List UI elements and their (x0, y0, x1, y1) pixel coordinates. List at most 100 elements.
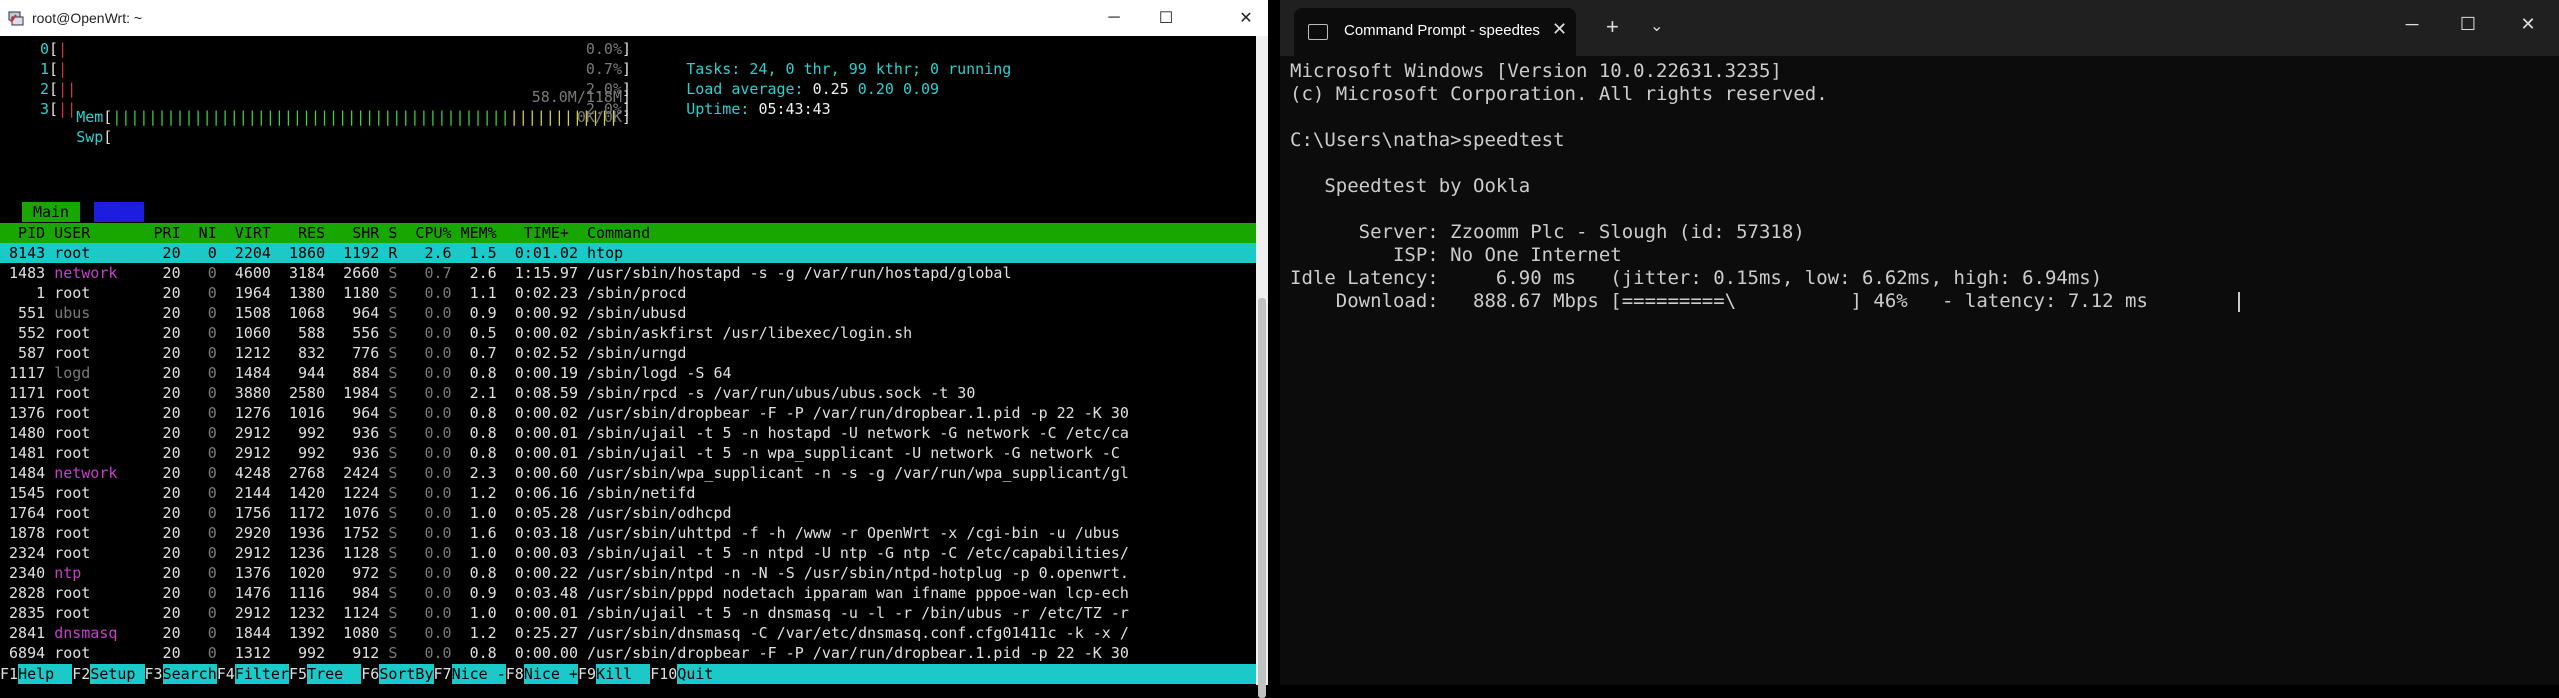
cell-virt: 1756 (225, 504, 280, 522)
cell-s: S (388, 424, 407, 442)
tab-main[interactable]: Main (22, 202, 80, 222)
cell-ni: 0 (189, 624, 226, 642)
cell-s: S (388, 384, 407, 402)
cell-time: 1:15.97 (505, 264, 588, 282)
process-row[interactable]: 1483 network 20 0 4600 3184 2660 S 0.7 2… (0, 263, 1256, 283)
process-table-header[interactable]: PID USER PRI NI VIRT RES SHR S CPU% MEM%… (0, 223, 1256, 243)
new-tab-button[interactable]: + (1606, 14, 1619, 40)
process-row[interactable]: 551 ubus 20 0 1508 1068 964 S 0.0 0.9 0:… (0, 303, 1256, 323)
cell-time: 0:08.59 (505, 384, 588, 402)
cell-res: 1860 (279, 244, 335, 262)
cell-s: S (388, 484, 407, 502)
cell-mem: 1.5 (460, 244, 506, 262)
process-row[interactable]: 1 root 20 0 1964 1380 1180 S 0.0 1.1 0:0… (0, 283, 1256, 303)
cell-cmd: /usr/sbin/wpa_supplicant -n -s -g /var/r… (587, 464, 1129, 482)
fkey-f6[interactable]: F6 SortBy (361, 664, 434, 684)
left-window-title: root@OpenWrt: ~ (32, 10, 143, 26)
cell-user: root (54, 524, 145, 542)
process-row[interactable]: 2841 dnsmasq 20 0 1844 1392 1080 S 0.0 1… (0, 623, 1256, 643)
process-row[interactable]: 2324 root 20 0 2912 1236 1128 S 0.0 1.0 … (0, 543, 1256, 563)
cell-virt: 1844 (225, 624, 280, 642)
cell-s: S (388, 304, 407, 322)
cell-time: 0:03.18 (505, 524, 588, 542)
fkey-f10[interactable]: F10 Quit (650, 664, 731, 684)
cell-shr: 2660 (334, 264, 389, 282)
cell-virt: 2912 (225, 444, 280, 462)
right-close-button[interactable]: ✕ (2508, 14, 2548, 35)
close-button[interactable]: ✕ (1224, 0, 1268, 36)
cell-cmd: /sbin/ujail -t 5 -n dnsmasq -u -l -r /bi… (587, 604, 1129, 622)
right-minimize-button[interactable]: ─ (2392, 14, 2432, 35)
cell-virt: 2912 (225, 544, 280, 562)
cell-pri: 20 (144, 484, 190, 502)
cell-shr: 1180 (334, 284, 389, 302)
process-row[interactable]: 1878 root 20 0 2920 1936 1752 S 0.0 1.6 … (0, 523, 1256, 543)
scrollbar-thumb[interactable] (1258, 298, 1266, 698)
fkey-f8[interactable]: F8 Nice + (505, 664, 578, 684)
minimize-button[interactable]: ─ (1088, 0, 1140, 36)
cell-time: 0:05.28 (505, 504, 588, 522)
process-row[interactable]: 1545 root 20 0 2144 1420 1224 S 0.0 1.2 … (0, 483, 1256, 503)
cell-pid: 1483 (0, 264, 55, 282)
cell-mem: 1.1 (460, 284, 506, 302)
putty-icon (8, 11, 24, 26)
windows-terminal: Command Prompt - speedtes ✕ + ⌄ ─ ☐ ✕ Mi… (1280, 0, 2559, 685)
tab-command-prompt[interactable]: Command Prompt - speedtes ✕ (1294, 8, 1576, 56)
fkey-f3[interactable]: F3 Search (144, 664, 217, 684)
process-row[interactable]: 1480 root 20 0 2912 992 936 S 0.0 0.8 0:… (0, 423, 1256, 443)
cmd-output[interactable]: Microsoft Windows [Version 10.0.22631.32… (1290, 60, 2148, 313)
process-row[interactable]: 1171 root 20 0 3880 2580 1984 S 0.0 2.1 … (0, 383, 1256, 403)
fkey-f1[interactable]: F1 Help (0, 664, 72, 684)
cell-time: 0:00.01 (505, 604, 588, 622)
process-row[interactable]: 1117 logd 20 0 1484 944 884 S 0.0 0.8 0:… (0, 363, 1256, 383)
cmd-line (1290, 152, 2148, 175)
cell-ni: 0 (189, 424, 226, 442)
cell-mem: 0.8 (460, 404, 506, 422)
htop-terminal[interactable]: 0[| 0.0%] 1[| 0.7%] 2[|| 2.0%] 3[|| 2.0%] Mem[|… (0, 36, 1256, 685)
cell-time: 0:00.19 (505, 364, 588, 382)
process-row[interactable]: 8143 root 20 0 2204 1860 1192 R 2.6 1.5 … (0, 243, 1256, 263)
process-row[interactable]: 2340 ntp 20 0 1376 1020 972 S 0.0 0.8 0:… (0, 563, 1256, 583)
close-tab-icon[interactable]: ✕ (1552, 19, 1567, 40)
process-row[interactable]: 1764 root 20 0 1756 1172 1076 S 0.0 1.0 … (0, 503, 1256, 523)
process-row[interactable]: 1484 network 20 0 4248 2768 2424 S 0.0 2… (0, 463, 1256, 483)
cell-time: 0:25.27 (505, 624, 588, 642)
cell-time: 0:03.48 (505, 584, 588, 602)
process-row[interactable]: 2828 root 20 0 1476 1116 984 S 0.0 0.9 0… (0, 583, 1256, 603)
uptime: Uptime: 05:43:43 (686, 100, 831, 118)
process-row[interactable]: 587 root 20 0 1212 832 776 S 0.0 0.7 0:0… (0, 343, 1256, 363)
process-row[interactable]: 1481 root 20 0 2912 992 936 S 0.0 0.8 0:… (0, 443, 1256, 463)
fkey-f4[interactable]: F4 Filter (216, 664, 289, 684)
cell-pid: 1171 (0, 384, 55, 402)
fkey-f5[interactable]: F5 Tree (289, 664, 361, 684)
process-row[interactable]: 6894 root 20 0 1312 992 912 S 0.0 0.8 0:… (0, 643, 1256, 663)
cell-res: 1380 (279, 284, 335, 302)
maximize-button[interactable]: ☐ (1140, 0, 1192, 36)
cell-shr: 964 (334, 304, 389, 322)
left-scrollbar[interactable] (1256, 36, 1268, 698)
process-row[interactable]: 2835 root 20 0 2912 1232 1124 S 0.0 1.0 … (0, 603, 1256, 623)
cell-virt: 2920 (225, 524, 280, 542)
cell-mem: 0.8 (460, 424, 506, 442)
cmd-line: ISP: No One Internet (1290, 244, 1622, 266)
tab-io[interactable]: I/O (94, 202, 144, 222)
process-row[interactable]: 552 root 20 0 1060 588 556 S 0.0 0.5 0:0… (0, 323, 1256, 343)
cell-cmd: /sbin/procd (587, 284, 687, 302)
fkey-f2[interactable]: F2 Setup (72, 664, 144, 684)
fkey-f7[interactable]: F7 Nice - (433, 664, 506, 684)
cell-shr: 1124 (334, 604, 389, 622)
cell-ni: 0 (189, 564, 226, 582)
htop-tabs: Main I/O (22, 202, 144, 222)
cell-pri: 20 (144, 264, 190, 282)
cpu-percent-1: 0.7% (585, 60, 622, 78)
cell-pid: 1484 (0, 464, 55, 482)
cell-ni: 0 (189, 464, 226, 482)
process-row[interactable]: 1376 root 20 0 1276 1016 964 S 0.0 0.8 0… (0, 403, 1256, 423)
right-maximize-button[interactable]: ☐ (2448, 14, 2488, 35)
cell-virt: 3880 (225, 384, 280, 402)
fkey-f9[interactable]: F9 Kill (578, 664, 650, 684)
cell-shr: 964 (334, 404, 389, 422)
chevron-down-icon[interactable]: ⌄ (1650, 16, 1663, 36)
cell-mem: 1.6 (460, 524, 506, 542)
cell-cmd: /sbin/ujail -t 5 -n ntpd -U ntp -G ntp -… (587, 544, 1129, 562)
